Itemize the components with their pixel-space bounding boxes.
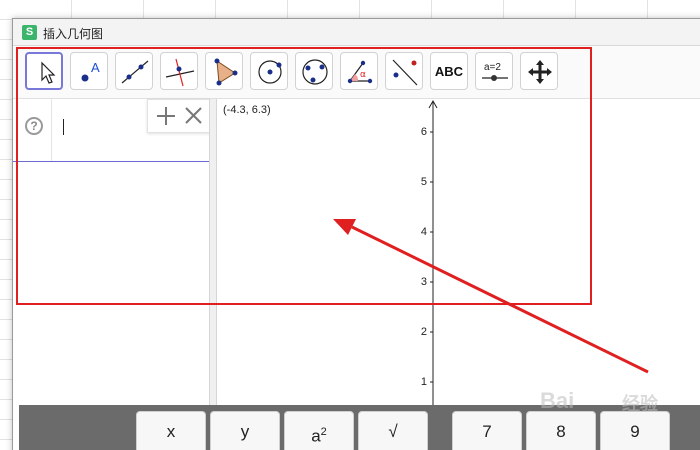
pointer-arrow bbox=[351, 225, 649, 374]
key-x[interactable]: x bbox=[136, 411, 206, 450]
key-a-base: a bbox=[311, 426, 321, 446]
highlight-box bbox=[16, 47, 592, 305]
watermark-sub: 经验 bbox=[622, 394, 658, 415]
watermark: Bai 经验 bbox=[536, 382, 686, 422]
screen: S 插入几何图 A α ABC a=2 ? (-4.3, 6.3) 6 5 4 … bbox=[0, 0, 700, 450]
watermark-brand: Bai bbox=[540, 388, 575, 413]
key-a-exponent: 2 bbox=[320, 426, 327, 438]
key-7[interactable]: 7 bbox=[452, 411, 522, 450]
key-a-squared[interactable]: a2 bbox=[284, 411, 354, 450]
key-y[interactable]: y bbox=[210, 411, 280, 450]
key-sqrt[interactable]: √ bbox=[358, 411, 428, 450]
